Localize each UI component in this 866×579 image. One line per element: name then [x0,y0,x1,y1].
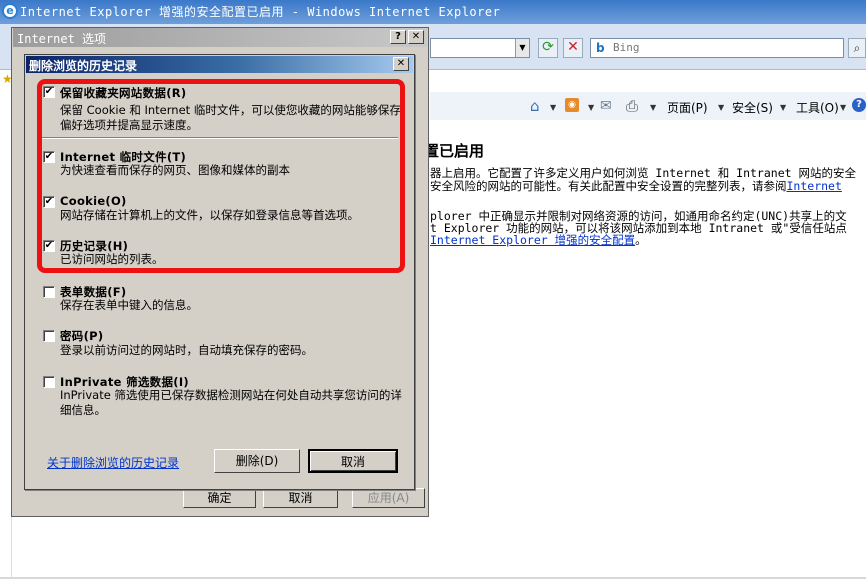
feeds-icon[interactable]: ◉ [565,98,579,112]
safety-dropdown-icon[interactable]: ▼ [780,103,786,112]
tools-dropdown-icon[interactable]: ▼ [840,103,846,112]
refresh-button[interactable]: ⟳ [538,38,558,58]
delete-history-title: 删除浏览的历史记录 [29,59,138,73]
options-cancel-button[interactable]: 取消 [263,488,338,508]
options-ok-button[interactable]: 确定 [183,488,256,508]
content-line: 安全风险的网站的可能性。有关此配置中安全设置的完整列表，请参阅Internet [430,178,842,194]
options-help-button[interactable]: ? [390,30,406,44]
ie-logo-icon: e [2,3,18,19]
stop-button[interactable]: ✕ [563,38,583,58]
delete-history-close-button[interactable]: ✕ [393,57,409,71]
checkbox-inprivate[interactable] [43,376,55,388]
page-dropdown-icon[interactable]: ▼ [718,103,724,112]
options-close-button[interactable]: ✕ [408,30,424,44]
esc-suffix: 。 [635,233,647,247]
option-description: 保存在表单中键入的信息。 [60,298,198,312]
mail-icon[interactable]: ✉ [600,98,612,114]
content-line: Internet Explorer 增强的安全配置。 [430,232,647,248]
delete-button[interactable]: 删除(D) [214,449,300,473]
tools-menu[interactable]: 工具(O) [796,99,839,116]
checkbox-form-data[interactable] [43,286,55,298]
option-description: InPrivate 筛选使用已保存数据检测网站在何处自动共享您访问的详细信息。 [60,388,402,417]
esc-link[interactable]: Internet Explorer 增强的安全配置 [430,233,635,247]
help-icon[interactable]: ? [852,98,866,112]
home-dropdown-icon[interactable]: ▼ [550,103,556,112]
browser-title: Internet Explorer 增强的安全配置已启用 - Windows I… [20,5,501,19]
search-placeholder: Bing [613,41,640,54]
cancel-button[interactable]: 取消 [308,449,398,473]
bing-icon: b [596,41,605,55]
internet-options-title: Internet 选项 [17,32,107,46]
print-dropdown-icon[interactable]: ▼ [650,103,656,112]
option-description: 登录以前访问过的网站时，自动填充保存的密码。 [60,343,313,357]
option-label[interactable]: 密码(P) [60,328,103,344]
content-line-text: 安全风险的网站的可能性。有关此配置中安全设置的完整列表，请参阅 [430,179,787,193]
highlight-annotation [37,79,405,273]
options-apply-button[interactable]: 应用(A) [352,488,425,508]
search-go-button[interactable]: ⌕ [848,38,866,58]
about-delete-history-link[interactable]: 关于删除浏览的历史记录 [47,454,179,471]
safety-menu[interactable]: 安全(S) [732,99,773,116]
page-menu[interactable]: 页面(P) [667,99,708,116]
internet-link[interactable]: Internet [787,179,842,193]
checkbox-passwords[interactable] [43,330,55,342]
print-icon[interactable]: ⎙ [626,97,638,115]
page-heading: 置已启用 [424,142,485,160]
feeds-dropdown-icon[interactable]: ▼ [588,103,594,112]
address-dropdown-icon[interactable]: ▼ [515,39,529,57]
home-icon[interactable]: ⌂ [530,97,540,115]
